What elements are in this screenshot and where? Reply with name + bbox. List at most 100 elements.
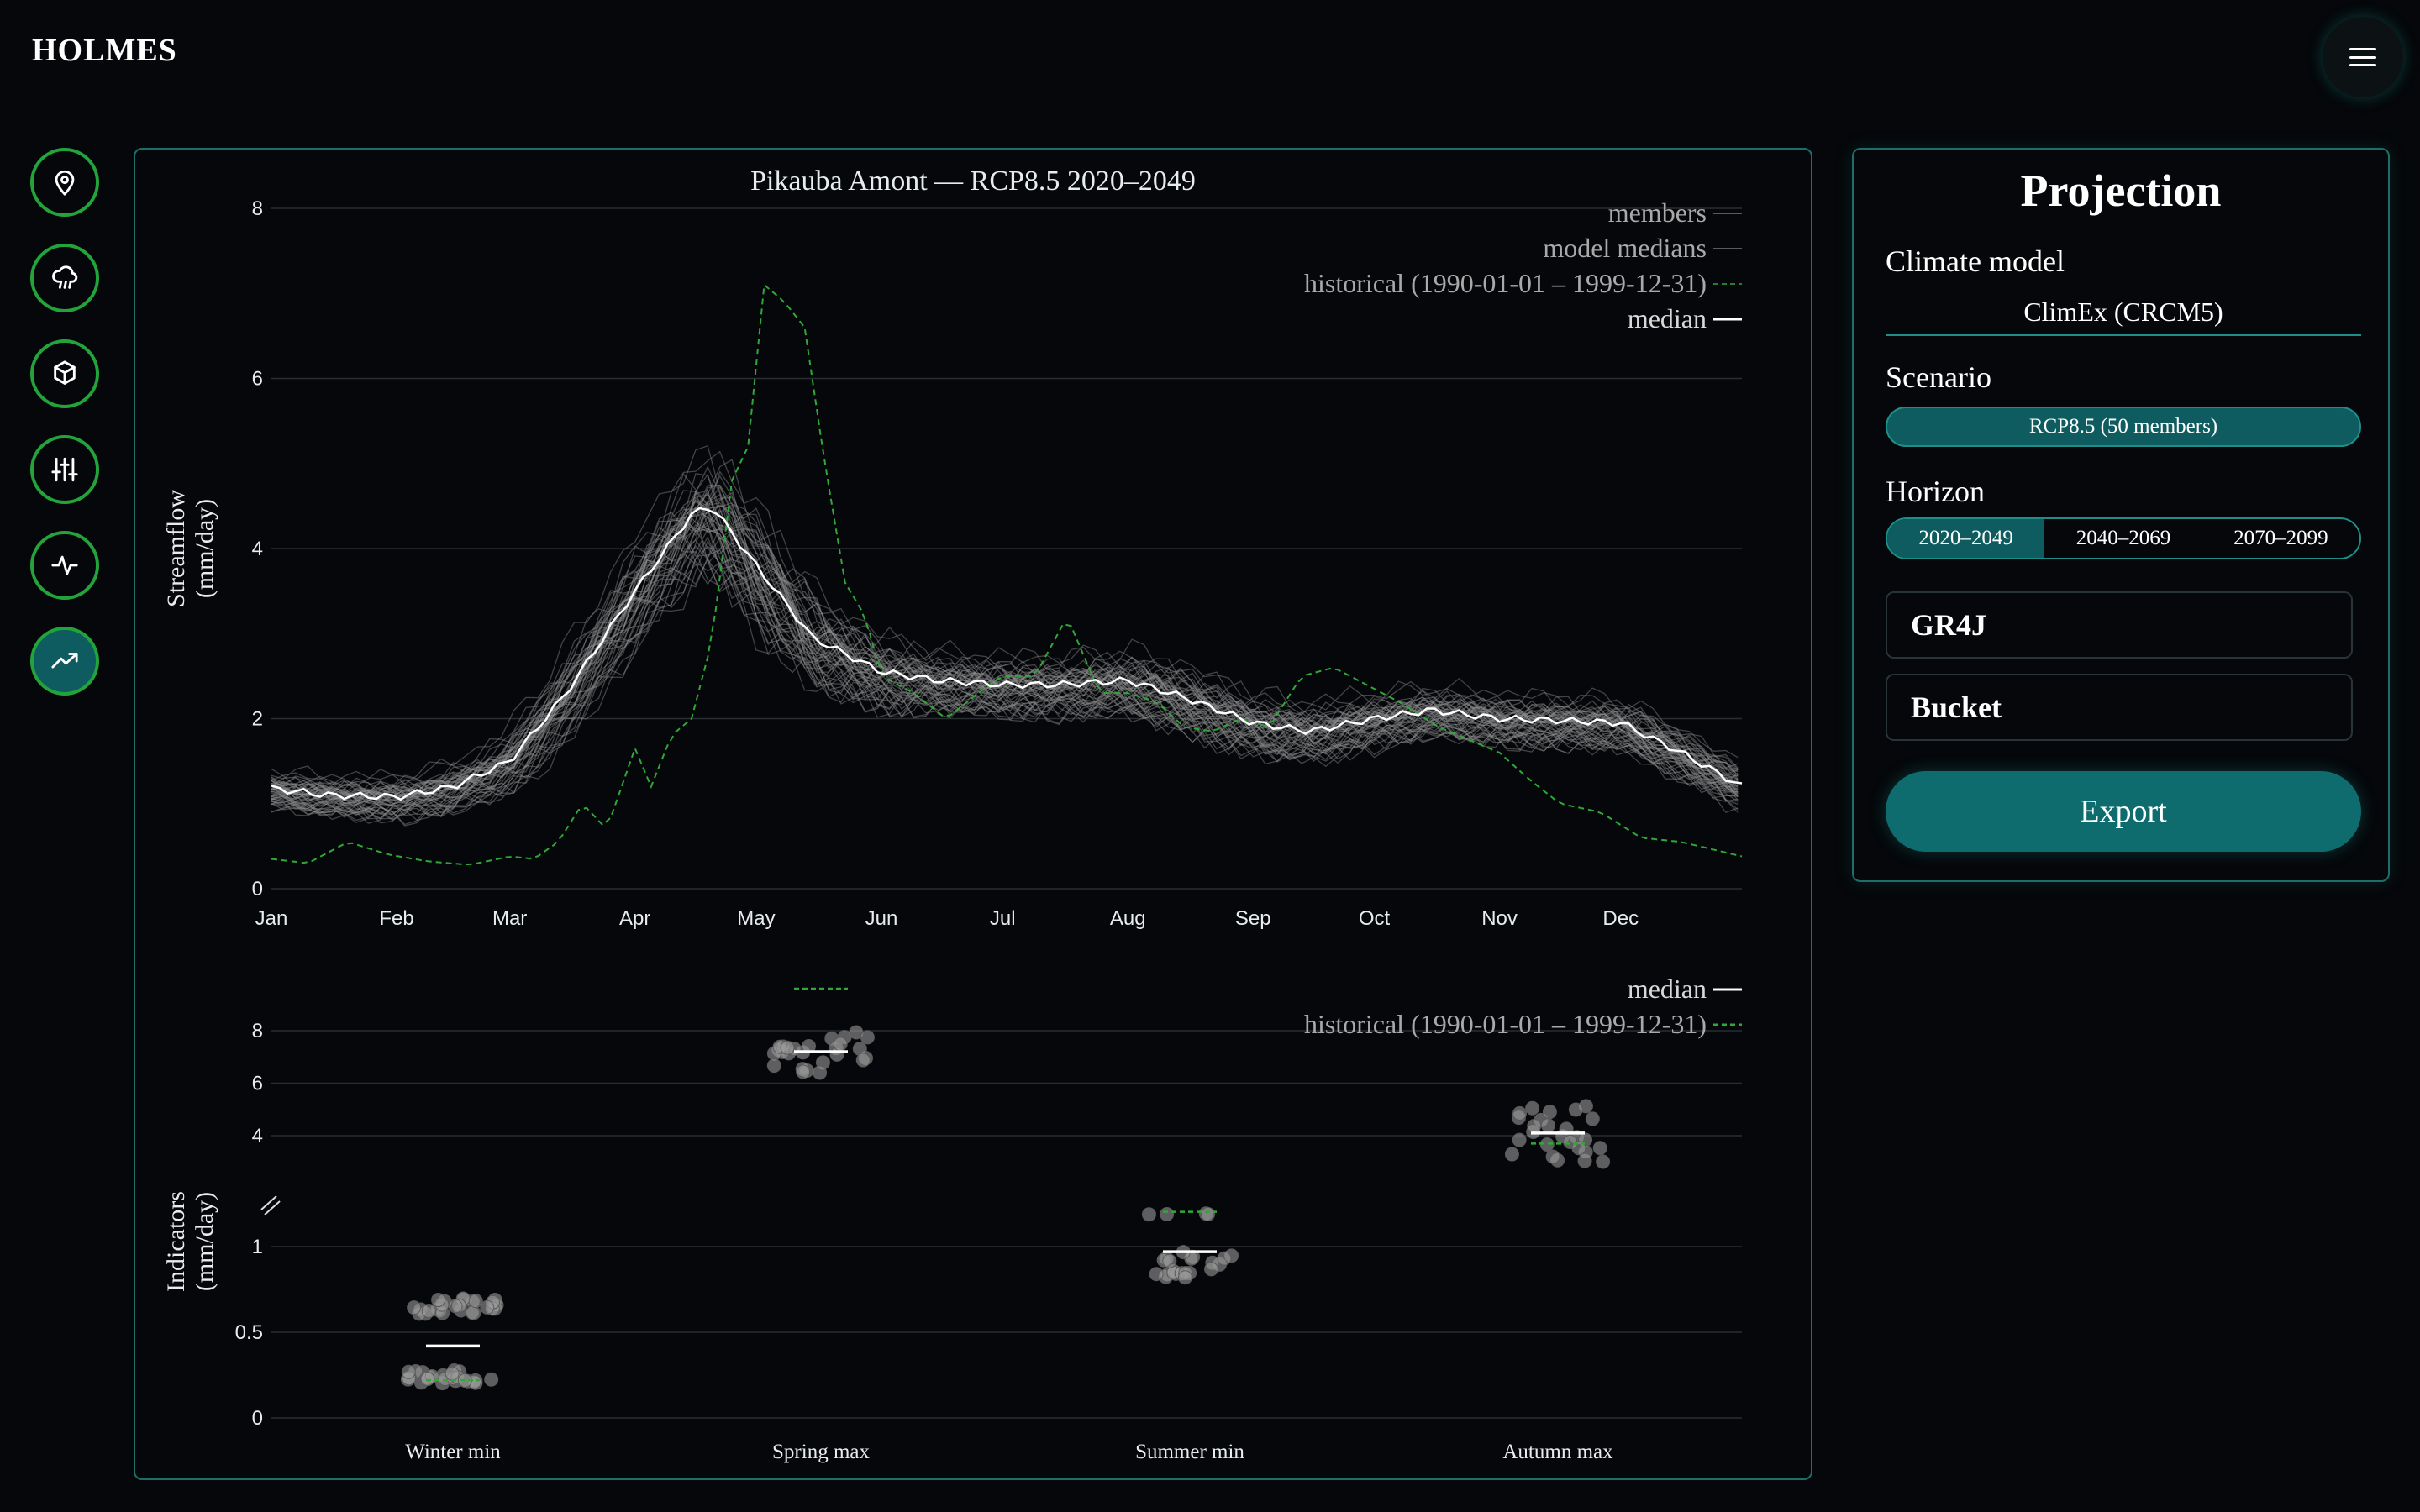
hydro-model-select[interactable]: GR4J <box>1886 591 2353 659</box>
activity-icon <box>51 555 78 575</box>
member-point <box>780 1040 795 1055</box>
member-point <box>1542 1105 1557 1120</box>
member-point <box>1141 1207 1156 1222</box>
member-point <box>484 1372 499 1387</box>
member-series-line <box>271 509 1739 806</box>
member-point <box>401 1364 416 1379</box>
member-series-line <box>271 470 1739 801</box>
member-point <box>1217 1251 1232 1266</box>
member-point <box>855 1053 871 1068</box>
y-tick-label: 8 <box>252 1020 263 1042</box>
member-point <box>1585 1111 1600 1126</box>
nav-model-button[interactable] <box>30 339 99 408</box>
climate-model-select[interactable]: ClimEx (CRCM5) <box>1886 289 2361 336</box>
y-tick-label: 6 <box>252 1073 263 1095</box>
x-tick-label: Mar <box>492 907 527 930</box>
member-point <box>1568 1102 1583 1117</box>
member-point <box>813 1065 828 1080</box>
sidebar-nav <box>30 148 104 722</box>
member-point <box>445 1366 460 1381</box>
y-tick-label: 0 <box>252 1407 263 1430</box>
projection-chart: Pikauba Amont — RCP8.5 2020–2049 0 2 4 6 8 Jan… <box>162 165 1743 1463</box>
member-point <box>431 1292 446 1307</box>
horizon-option-2040[interactable]: 2040–2069 <box>2044 519 2202 558</box>
scenario-select[interactable]: RCP8.5 (50 members) <box>1886 407 2361 447</box>
member-point <box>1596 1154 1611 1169</box>
legend-label: model medians <box>1543 233 1707 263</box>
y-tick-label: 0 <box>252 878 263 900</box>
x-tick-label: Sep <box>1235 907 1271 930</box>
cloud-rain-icon <box>52 265 78 289</box>
map-pin-icon <box>55 170 75 196</box>
member-point <box>1525 1100 1540 1116</box>
nav-calibration-button[interactable] <box>30 435 99 504</box>
member-point <box>1592 1141 1607 1156</box>
nav-simulation-button[interactable] <box>30 531 99 600</box>
projection-panel: Projection Climate model ClimEx (CRCM5) … <box>1852 148 2390 882</box>
y-tick-label: 4 <box>252 538 263 560</box>
x-tick-label: Jun <box>865 907 898 930</box>
member-point <box>766 1058 781 1074</box>
y-tick-label: 6 <box>252 368 263 391</box>
member-point <box>1512 1132 1527 1147</box>
member-point <box>796 1064 811 1079</box>
snow-model-select[interactable]: Bucket <box>1886 674 2353 741</box>
member-point <box>1162 1253 1177 1268</box>
member-series-line <box>271 505 1739 800</box>
chart-panel: Pikauba Amont — RCP8.5 2020–2049 0 2 4 6 8 Jan… <box>134 148 1812 1480</box>
member-series-line <box>271 491 1739 806</box>
x-tick-label: Nov <box>1481 907 1518 930</box>
member-point <box>465 1305 480 1320</box>
member-series-line <box>271 506 1739 807</box>
member-point <box>1149 1267 1164 1282</box>
y-axis-label: Indicators(mm/day) <box>162 1191 218 1292</box>
category-label: Spring max <box>772 1441 870 1463</box>
y-tick-label: 0.5 <box>235 1321 263 1344</box>
export-button[interactable]: Export <box>1886 771 2361 852</box>
horizon-option-2070[interactable]: 2070–2099 <box>2202 519 2360 558</box>
member-series-line <box>271 473 1739 802</box>
y-tick-label: 2 <box>252 708 263 731</box>
member-series-line <box>271 486 1739 797</box>
legend-label: members <box>1608 197 1707 228</box>
x-tick-label: Dec <box>1602 907 1639 930</box>
member-point <box>833 1037 848 1052</box>
member-point <box>421 1304 436 1319</box>
y-axis-label: Streamflow(mm/day) <box>162 490 218 607</box>
member-point <box>1545 1149 1560 1164</box>
nav-weather-button[interactable] <box>30 244 99 312</box>
legend-label: median <box>1628 303 1707 333</box>
horizon-label: Horizon <box>1886 475 1985 508</box>
climate-model-label: Climate model <box>1886 244 2065 278</box>
x-tick-label: Apr <box>619 907 650 930</box>
category-label: Summer min <box>1135 1441 1244 1463</box>
member-point <box>860 1030 875 1045</box>
y-tick-label: 4 <box>252 1125 263 1147</box>
horizon-option-2020[interactable]: 2020–2049 <box>1887 519 2045 558</box>
member-point <box>1540 1118 1555 1133</box>
axis-break-mark <box>260 1195 277 1210</box>
member-point <box>1512 1105 1528 1121</box>
app-brand: HOLMES <box>32 33 177 68</box>
trending-up-icon <box>51 653 78 669</box>
member-series-line <box>271 508 1739 806</box>
sliders-icon <box>51 457 78 482</box>
member-point <box>1204 1262 1219 1277</box>
y-tick-label: 1 <box>252 1236 263 1258</box>
category-label: Winter min <box>405 1441 501 1463</box>
nav-location-button[interactable] <box>30 148 99 217</box>
legend-label: historical (1990-01-01 – 1999-12-31) <box>1304 268 1707 298</box>
member-point <box>448 1299 463 1314</box>
x-tick-label: Oct <box>1359 907 1391 930</box>
member-point <box>1160 1207 1175 1222</box>
chart-title: Pikauba Amont — RCP8.5 2020–2049 <box>750 165 1196 197</box>
nav-projection-button[interactable] <box>30 627 99 696</box>
x-tick-label: Jul <box>990 907 1016 930</box>
cube-icon <box>54 360 76 385</box>
x-tick-label: May <box>737 907 775 930</box>
member-series-line <box>271 491 1739 802</box>
panel-title: Projection <box>2020 165 2222 216</box>
member-point <box>420 1372 435 1387</box>
member-series-line <box>271 500 1739 797</box>
menu-button[interactable] <box>2323 17 2403 97</box>
